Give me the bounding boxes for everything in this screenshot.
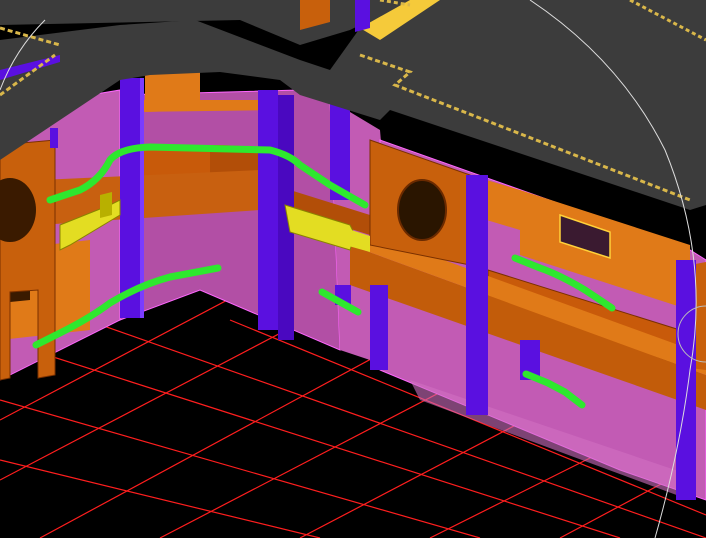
scene-canvas[interactable]	[0, 0, 706, 538]
panel-hole	[397, 179, 447, 241]
cad-3d-viewport[interactable]	[0, 0, 706, 538]
